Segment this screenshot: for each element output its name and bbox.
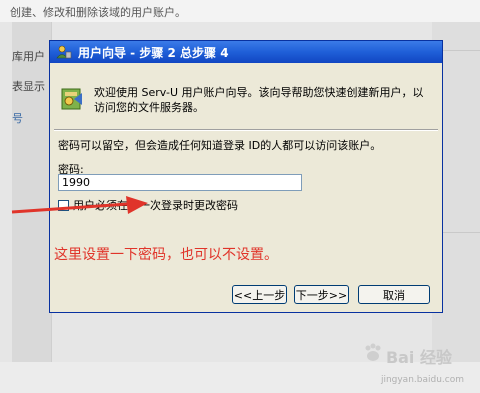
wizard-header: 欢迎使用 Serv-U 用户账户向导。该向导帮助您快速创建新用户，以访问您的文件… [50,63,442,129]
user-wizard-dialog: 用户向导 - 步骤 2 总步骤 4 欢迎使用 Serv-U 用户账户向导。该向导… [49,40,443,313]
password-field[interactable] [58,174,302,191]
background-description: 创建、修改和删除该域的用户账户。 [10,6,186,19]
annotation-arrow-icon [11,196,148,214]
baidu-paw-icon [365,343,381,361]
annotation-text: 这里设置一下密码，也可以不设置。 [54,247,278,263]
background-header: 创建、修改和删除该域的用户账户。 [0,0,480,22]
background-left-link[interactable]: 号 [12,110,23,126]
wizard-header-text: 欢迎使用 Serv-U 用户账户向导。该向导帮助您快速创建新用户，以访问您的文件… [94,86,424,114]
background-left-item: 库用户 [12,50,45,63]
cancel-button[interactable]: 取消 [358,285,430,304]
user-wizard-icon [56,45,72,59]
background-left-item: 表显示 [12,80,45,93]
dialog-titlebar[interactable]: 用户向导 - 步骤 2 总步骤 4 [50,41,442,63]
background-left-panel: 库用户 表显示 号 [12,22,52,362]
next-button[interactable]: 下一步>> [294,285,349,304]
watermark-brand: Bai 经验 [385,348,452,367]
back-button[interactable]: <<上一步 [232,285,287,304]
dialog-title: 用户向导 - 步骤 2 总步骤 4 [78,45,229,60]
password-info-text: 密码可以留空，但会造成任何知道登录 ID的人都可以访问该账户。 [58,139,382,152]
watermark-url: jingyan.baidu.com [380,375,464,385]
wizard-header-icon [61,88,82,110]
header-separator [54,129,438,131]
